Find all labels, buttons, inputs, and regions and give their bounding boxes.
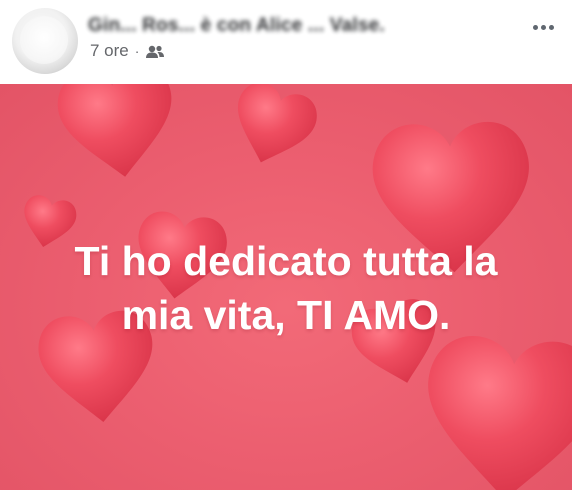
meta-separator: · <box>134 43 140 59</box>
friends-icon[interactable] <box>145 44 165 58</box>
post-timestamp[interactable]: 7 ore <box>90 41 129 61</box>
author-name[interactable]: Gin... Ros... è con Alice ... Valse. <box>88 14 388 40</box>
heart-shape <box>222 84 323 175</box>
author-avatar[interactable] <box>12 8 78 74</box>
post-card: Gin... Ros... è con Alice ... Valse. 7 o… <box>0 0 572 496</box>
caption-line-1: Ti ho dedicato tutta la <box>74 238 498 284</box>
post-footer-edge <box>0 490 572 496</box>
image-caption: Ti ho dedicato tutta la mia vita, TI AMO… <box>0 234 572 342</box>
post-meta: 7 ore · <box>90 41 165 61</box>
more-options-icon[interactable] <box>528 16 558 38</box>
post-header: Gin... Ros... è con Alice ... Valse. 7 o… <box>0 0 572 84</box>
caption-line-2: mia vita, TI AMO. <box>121 292 451 338</box>
heart-shape <box>53 84 182 185</box>
heart-shape <box>420 333 572 490</box>
post-image[interactable]: Ti ho dedicato tutta la mia vita, TI AMO… <box>0 84 572 490</box>
